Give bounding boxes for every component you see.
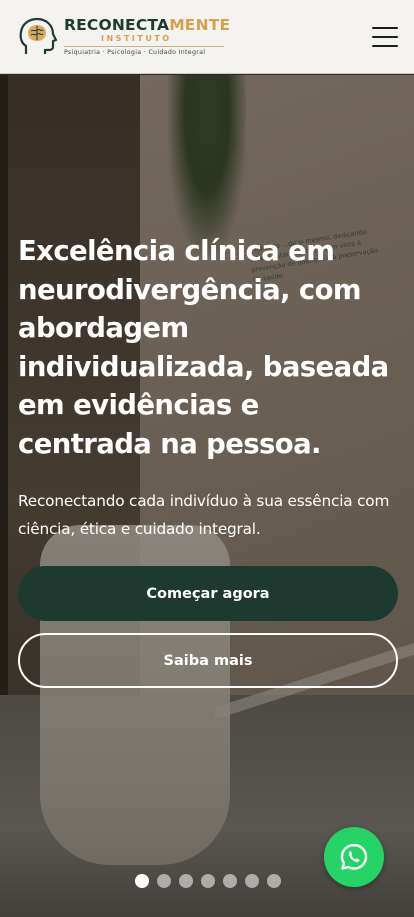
hero-headline: Excelência clínica em neurodivergência, … — [18, 235, 389, 460]
whatsapp-button[interactable] — [324, 827, 384, 887]
hero-slider: ...cuidado ...de si mesmo, dedicando ...… — [0, 75, 414, 917]
logo-divider — [64, 46, 224, 47]
brand-name-part2: MENTE — [169, 16, 231, 34]
slide-dot-7[interactable] — [267, 874, 281, 888]
slide-dot-4[interactable] — [201, 874, 215, 888]
brand-name-part1: RECONECTA — [64, 16, 170, 34]
brand-name: RECONECTAMENTE — [64, 17, 230, 34]
slider-pagination — [135, 874, 281, 888]
slide-dot-3[interactable] — [179, 874, 193, 888]
site-header: RECONECTAMENTE INSTITUTO Psiquiatria · P… — [0, 0, 414, 74]
brand-tagline: Psiquiatria · Psicologia · Cuidado Integ… — [64, 49, 206, 56]
whatsapp-icon — [340, 843, 368, 870]
slide-dot-1[interactable] — [135, 874, 149, 888]
hero-subtitle: Reconectando cada indivíduo à sua essênc… — [18, 492, 390, 538]
hero-content: Excelência clínica em neurodivergência, … — [18, 232, 398, 543]
logo[interactable]: RECONECTAMENTE INSTITUTO Psiquiatria · P… — [18, 16, 230, 58]
learn-more-button[interactable]: Saiba mais — [18, 633, 398, 688]
brain-head-logo-icon — [19, 17, 58, 54]
start-now-button[interactable]: Começar agora — [18, 566, 398, 621]
slide-dot-5[interactable] — [223, 874, 237, 888]
slide-dot-6[interactable] — [245, 874, 259, 888]
hamburger-menu-icon[interactable] — [372, 26, 398, 48]
brand-subtitle: INSTITUTO — [101, 34, 172, 43]
slide-dot-2[interactable] — [157, 874, 171, 888]
